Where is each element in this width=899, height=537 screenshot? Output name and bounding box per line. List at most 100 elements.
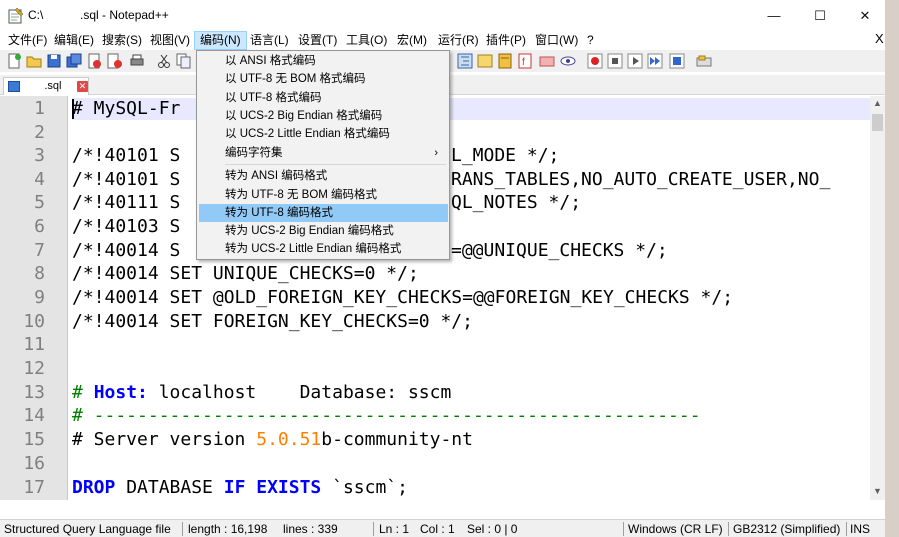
- code-line: /*!40111 S: [72, 192, 181, 213]
- minimize-button[interactable]: —: [751, 0, 797, 31]
- copy-icon[interactable]: [176, 53, 192, 69]
- saved-file-icon: [8, 81, 20, 92]
- code-area[interactable]: # MySQL-Fr /*!40101 S L_MODE */; /*!4010…: [72, 96, 870, 500]
- menu-macro[interactable]: 宏(M): [392, 31, 432, 50]
- settings-extra-icon[interactable]: [696, 53, 712, 69]
- status-length: length : 16,198: [188, 522, 268, 536]
- encode-utf8[interactable]: 以 UTF-8 格式编码: [199, 89, 448, 107]
- open-file-icon[interactable]: [26, 53, 42, 69]
- play-macro-icon[interactable]: [627, 53, 643, 69]
- menu-separator: [225, 164, 446, 165]
- scrollbar-thumb[interactable]: [872, 114, 883, 131]
- code-line-fragment: =@@UNIQUE_CHECKS */;: [451, 240, 668, 261]
- menu-file[interactable]: 文件(F): [3, 31, 52, 50]
- menu-help[interactable]: ?: [582, 31, 599, 50]
- character-sets-label: 编码字符集: [225, 147, 283, 159]
- new-file-icon[interactable]: [6, 53, 22, 69]
- character-sets-submenu[interactable]: 编码字符集 ›: [199, 144, 448, 162]
- line-number: 17: [23, 477, 45, 498]
- menu-tools[interactable]: 工具(O): [341, 31, 392, 50]
- status-selection: Sel : 0 | 0: [467, 522, 518, 536]
- convert-to-ucs2-little-endian[interactable]: 转为 UCS-2 Little Endian 编码格式: [199, 240, 448, 258]
- convert-to-utf8-no-bom[interactable]: 转为 UTF-8 无 BOM 编码格式: [199, 186, 448, 204]
- save-all-icon[interactable]: [66, 53, 82, 69]
- code-line: /*!40014 SET UNIQUE_CHECKS=0 */;: [72, 263, 419, 284]
- menu-plugins[interactable]: 插件(P): [481, 31, 531, 50]
- convert-to-utf8[interactable]: 转为 UTF-8 编码格式: [199, 204, 448, 222]
- host-keyword: Host:: [93, 382, 148, 403]
- scroll-down-icon[interactable]: ▼: [873, 486, 882, 496]
- print-icon[interactable]: [129, 53, 145, 69]
- close-all-icon[interactable]: [106, 53, 122, 69]
- line-number: 4: [34, 169, 45, 190]
- menu-edit[interactable]: 编辑(E): [49, 31, 99, 50]
- menu-search[interactable]: 搜索(S): [97, 31, 147, 50]
- close-window-button[interactable]: ✕: [842, 0, 888, 31]
- code-line: /*!40014 S: [72, 240, 181, 261]
- line-number: 14: [23, 405, 45, 426]
- code-line: /*!40014 SET FOREIGN_KEY_CHECKS=0 */;: [72, 311, 473, 332]
- menu-encoding[interactable]: 编码(N): [194, 31, 247, 50]
- encode-ucs2-big-endian[interactable]: 以 UCS-2 Big Endian 格式编码: [199, 107, 448, 125]
- tab-close-icon[interactable]: ✕: [77, 81, 88, 92]
- current-line-highlight: [72, 98, 870, 120]
- background-window-edge: [885, 0, 899, 537]
- code-line: # MySQL-Fr: [72, 98, 181, 119]
- code-line: # Host: localhost Database: sscm: [72, 382, 451, 403]
- status-file-type: Structured Query Language file: [4, 522, 171, 536]
- user-language-icon[interactable]: [477, 53, 493, 69]
- doc-map-icon[interactable]: [497, 53, 513, 69]
- notepadpp-icon: [8, 7, 24, 24]
- db-name: `sscm`;: [321, 477, 408, 498]
- status-lines: lines : 339: [283, 522, 338, 536]
- code-line: /*!40103 S: [72, 216, 181, 237]
- menu-view[interactable]: 视图(V): [145, 31, 195, 50]
- record-macro-icon[interactable]: [587, 53, 603, 69]
- cut-icon[interactable]: [156, 53, 172, 69]
- status-divider: [728, 522, 729, 536]
- code-line: /*!40014 SET @OLD_FOREIGN_KEY_CHECKS=@@F…: [72, 287, 734, 308]
- convert-to-ansi[interactable]: 转为 ANSI 编码格式: [199, 167, 448, 185]
- server-version-label: # Server version: [72, 429, 257, 450]
- menu-run[interactable]: 运行(R): [433, 31, 484, 50]
- maximize-button[interactable]: ☐: [797, 0, 843, 31]
- status-divider: [182, 522, 183, 536]
- status-line: Ln : 1: [379, 522, 410, 536]
- monitoring-icon[interactable]: [560, 53, 576, 69]
- drop-keyword: DROP: [72, 477, 116, 498]
- line-number: 16: [23, 453, 45, 474]
- menu-window[interactable]: 窗口(W): [530, 31, 583, 50]
- window-title: C:\ .sql - Notepad++: [28, 8, 169, 22]
- menu-language[interactable]: 语言(L): [245, 31, 294, 50]
- line-number: 2: [34, 122, 45, 143]
- code-line-fragment: QL_NOTES */;: [451, 192, 582, 213]
- indent-guide-icon[interactable]: [457, 53, 473, 69]
- svg-text:f: f: [522, 57, 525, 68]
- tab-sql-file[interactable]: .sql ✕: [3, 77, 89, 95]
- save-icon[interactable]: [46, 53, 62, 69]
- encoding-menu: 以 ANSI 格式编码 以 UTF-8 无 BOM 格式编码 以 UTF-8 格…: [196, 50, 450, 260]
- menu-settings[interactable]: 设置(T): [293, 31, 342, 50]
- close-document-button[interactable]: X: [875, 31, 884, 46]
- status-insert-mode: INS: [850, 522, 871, 536]
- vertical-scrollbar[interactable]: ▲ ▼: [870, 96, 885, 500]
- close-file-icon[interactable]: [86, 53, 102, 69]
- line-number: 6: [34, 216, 45, 237]
- title-bar: C:\ .sql - Notepad++ — ☐ ✕: [0, 0, 885, 31]
- version-suffix: b-community-nt: [321, 429, 473, 450]
- encode-utf8-no-bom[interactable]: 以 UTF-8 无 BOM 格式编码: [199, 70, 448, 88]
- function-list-icon[interactable]: f: [517, 53, 533, 69]
- encode-ucs2-little-endian[interactable]: 以 UCS-2 Little Endian 格式编码: [199, 125, 448, 143]
- folder-as-workspace-icon[interactable]: [539, 53, 555, 69]
- line-number: 15: [23, 429, 45, 450]
- scroll-up-icon[interactable]: ▲: [873, 98, 882, 108]
- stop-macro-icon[interactable]: [607, 53, 623, 69]
- code-line-fragment: L_MODE */;: [451, 145, 560, 166]
- save-macro-icon[interactable]: [669, 53, 685, 69]
- run-macro-multiple-icon[interactable]: [647, 53, 663, 69]
- host-value: localhost Database: sscm: [147, 382, 452, 403]
- convert-to-ucs2-big-endian[interactable]: 转为 UCS-2 Big Endian 编码格式: [199, 222, 448, 240]
- encode-ansi[interactable]: 以 ANSI 格式编码: [199, 52, 448, 70]
- line-number: 10: [23, 311, 45, 332]
- line-number: 3: [34, 145, 45, 166]
